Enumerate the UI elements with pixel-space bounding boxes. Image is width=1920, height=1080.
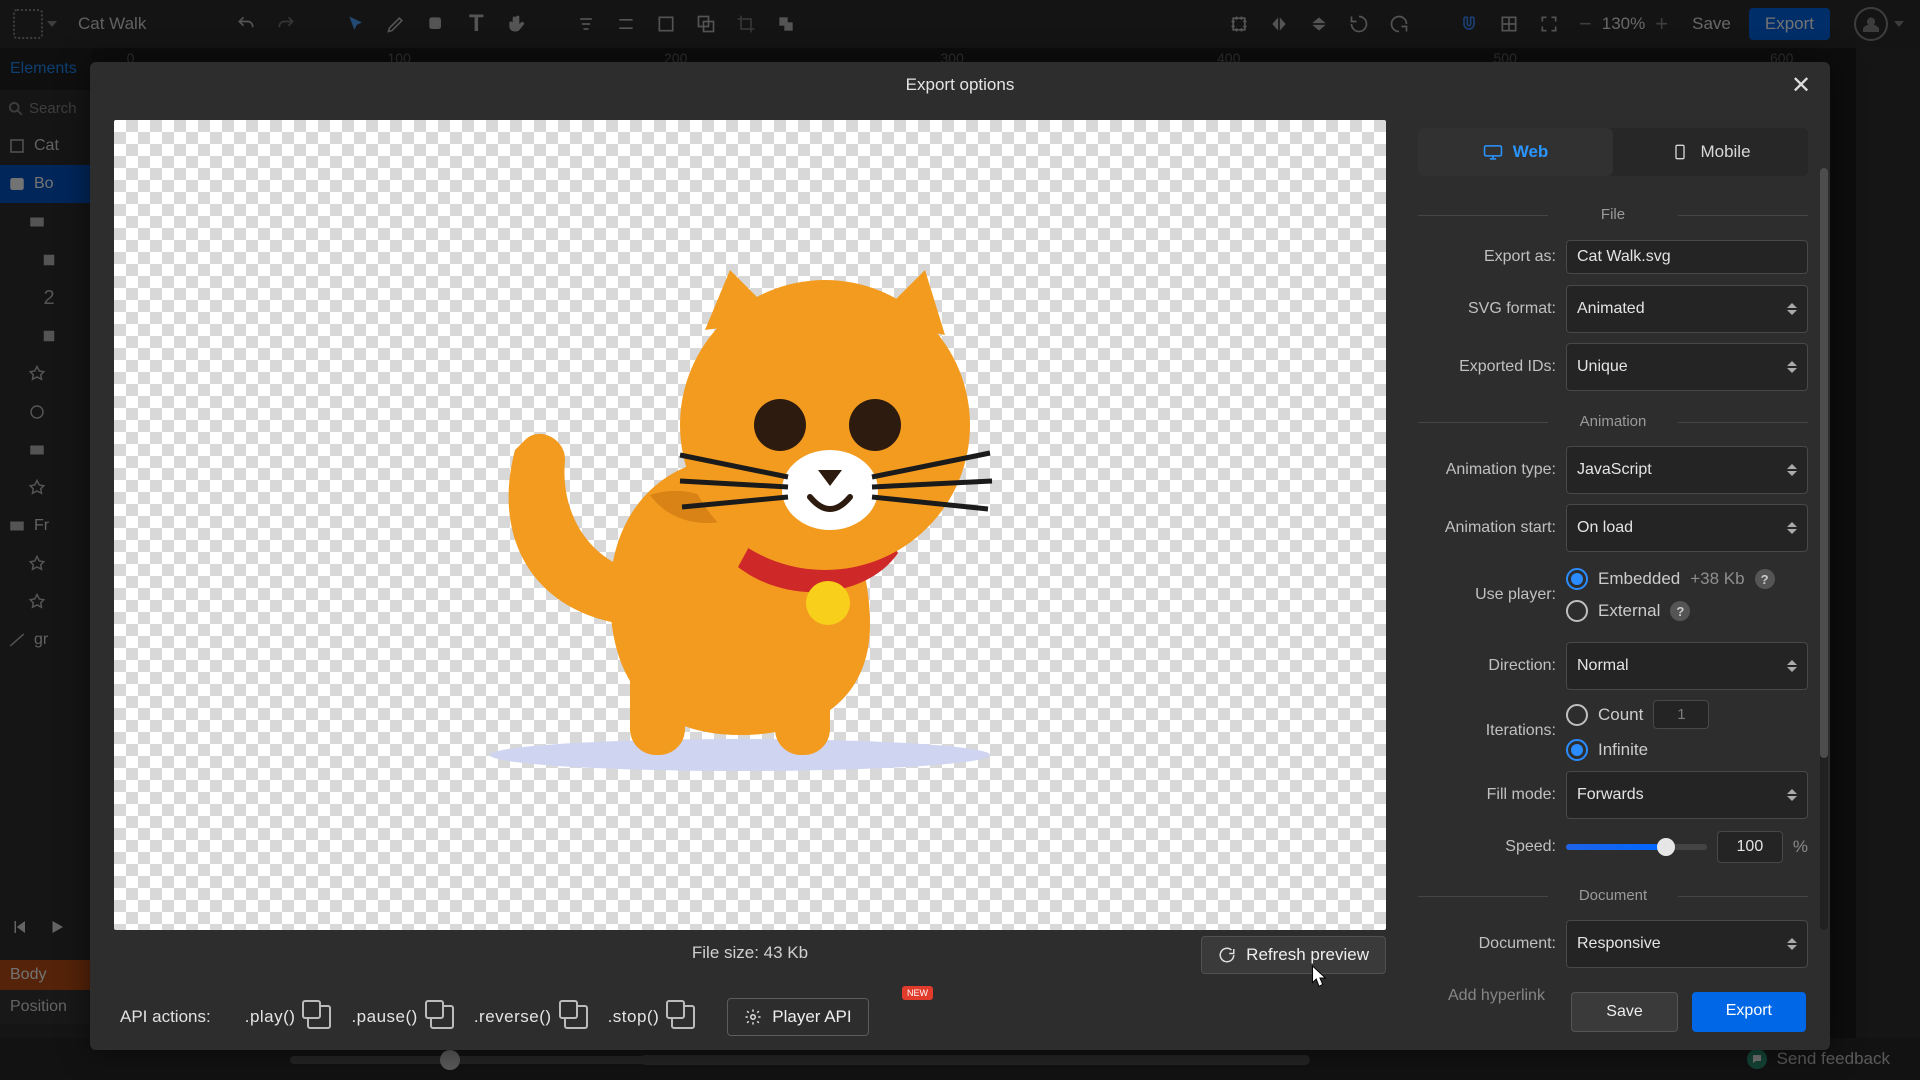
close-button[interactable]: ✕ [1786, 70, 1816, 100]
player-api-button[interactable]: Player API [727, 998, 868, 1036]
api-stop: .stop() [608, 1005, 696, 1029]
section-file: File [1418, 206, 1808, 223]
exported-ids-select[interactable]: Unique [1566, 343, 1808, 391]
label-iterations: Iterations: [1418, 722, 1556, 740]
fill-mode-select[interactable]: Forwards [1566, 771, 1808, 819]
preview-column: File size: 43 Kb Refresh preview API act… [90, 108, 1410, 1050]
speed-slider[interactable] [1566, 844, 1707, 850]
monitor-icon [1483, 144, 1503, 160]
label-svg-format: SVG format: [1418, 300, 1556, 318]
file-size-label: File size: 43 Kb [692, 943, 808, 963]
export-options-dialog: Export options ✕ [90, 62, 1830, 1050]
help-icon[interactable]: ? [1755, 569, 1775, 589]
api-play: .play() [245, 1005, 332, 1029]
copy-icon[interactable] [430, 1005, 454, 1029]
platform-mobile[interactable]: Mobile [1613, 128, 1808, 176]
export-settings-column: Web Mobile File Export as: SVG format: A… [1410, 108, 1830, 1050]
api-pause: .pause() [351, 1005, 453, 1029]
animation-type-select[interactable]: JavaScript [1566, 446, 1808, 494]
speed-value[interactable]: 100 [1717, 831, 1783, 863]
new-badge: NEW [902, 986, 933, 1000]
dialog-title: Export options [906, 75, 1015, 95]
api-reverse: .reverse() [474, 1005, 588, 1029]
preview-canvas [114, 120, 1386, 930]
section-animation: Animation [1418, 413, 1808, 430]
section-document: Document [1418, 887, 1808, 904]
radio-player-embedded[interactable] [1566, 568, 1588, 590]
api-actions-label: API actions: [114, 1007, 211, 1027]
copy-icon[interactable] [307, 1005, 331, 1029]
refresh-icon [1218, 946, 1236, 964]
dialog-footer: Save Export [1571, 992, 1806, 1032]
gear-icon [744, 1008, 762, 1026]
label-animation-type: Animation type: [1418, 461, 1556, 479]
dialog-save-button[interactable]: Save [1571, 992, 1677, 1032]
label-direction: Direction: [1418, 657, 1556, 675]
radio-player-external[interactable] [1566, 600, 1588, 622]
platform-web[interactable]: Web [1418, 128, 1613, 176]
percent-label: % [1793, 837, 1808, 857]
label-exported-ids: Exported IDs: [1418, 358, 1556, 376]
radio-iterations-count[interactable] [1566, 704, 1588, 726]
radio-iterations-infinite[interactable] [1566, 739, 1588, 761]
direction-select[interactable]: Normal [1566, 642, 1808, 690]
label-fill-mode: Fill mode: [1418, 786, 1556, 804]
mobile-icon [1670, 144, 1690, 160]
refresh-preview-button[interactable]: Refresh preview [1201, 936, 1386, 974]
dialog-export-button[interactable]: Export [1692, 992, 1806, 1032]
svg-format-select[interactable]: Animated [1566, 285, 1808, 333]
iterations-count-input[interactable]: 1 [1653, 700, 1709, 729]
label-add-hyperlink: Add hyperlink [1448, 987, 1545, 1005]
document-select[interactable]: Responsive [1566, 920, 1808, 968]
dialog-header: Export options ✕ [90, 62, 1830, 108]
api-actions-row: API actions: .play() .pause() .reverse()… [114, 998, 1386, 1036]
label-animation-start: Animation start: [1418, 519, 1556, 537]
platform-switch: Web Mobile [1418, 128, 1808, 176]
help-icon[interactable]: ? [1670, 601, 1690, 621]
cat-illustration [430, 245, 1070, 805]
filename-input[interactable] [1566, 240, 1808, 274]
copy-icon[interactable] [671, 1005, 695, 1029]
settings-scrollbar[interactable] [1820, 168, 1828, 930]
label-document: Document: [1418, 935, 1556, 953]
copy-icon[interactable] [564, 1005, 588, 1029]
label-speed: Speed: [1418, 838, 1556, 856]
label-export-as: Export as: [1418, 248, 1556, 266]
animation-start-select[interactable]: On load [1566, 504, 1808, 552]
label-use-player: Use player: [1418, 586, 1556, 604]
